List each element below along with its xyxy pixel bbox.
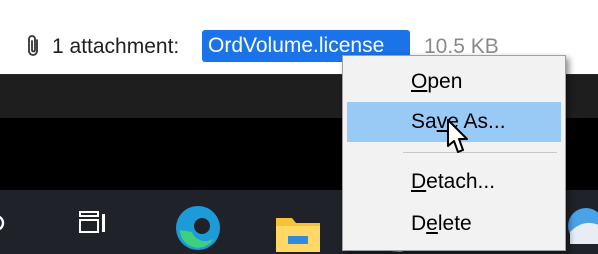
menu-separator [403,152,557,153]
menu-item-delete[interactable]: Delete [347,204,561,244]
menu-item-detach[interactable]: Detach... [347,162,561,202]
paperclip-icon[interactable] [24,33,42,59]
attachment-count-label: 1 attachment: [52,35,180,58]
app-icon[interactable] [566,204,598,248]
edge-icon[interactable] [174,204,222,252]
menu-item-open[interactable]: Open [347,62,561,102]
file-explorer-icon[interactable] [274,210,322,254]
search-icon[interactable] [0,212,10,234]
mouse-pointer-icon [447,119,468,153]
task-view-icon[interactable] [78,210,108,238]
